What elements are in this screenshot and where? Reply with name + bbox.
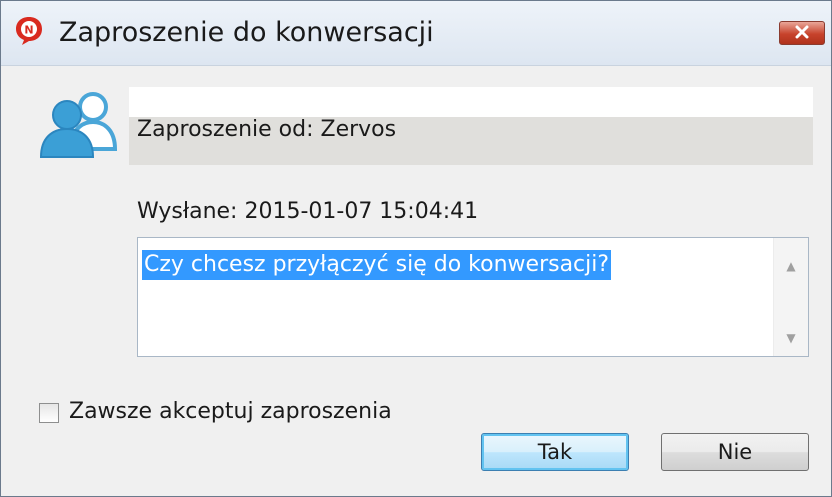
svg-text:N: N — [24, 24, 33, 37]
dialog-window: N Zaproszenie do konwersacji Zaproszenie… — [0, 0, 832, 497]
no-button[interactable]: Nie — [661, 433, 809, 471]
invitation-from-label: Zaproszenie od: Zervos — [137, 117, 397, 142]
always-accept-checkbox[interactable] — [39, 403, 59, 423]
users-icon — [37, 89, 127, 159]
message-text: Czy chcesz przyłączyć się do konwersacji… — [142, 250, 612, 280]
chat-bubble-n-icon: N — [13, 15, 45, 47]
always-accept-label[interactable]: Zawsze akceptuj zaproszenia — [69, 397, 392, 427]
window-title: Zaproszenie do konwersacji — [59, 17, 434, 48]
close-button[interactable] — [779, 21, 825, 45]
sent-timestamp-label: Wysłane: 2015-01-07 15:04:41 — [137, 199, 479, 224]
scroll-down-arrow-icon[interactable]: ▼ — [774, 326, 808, 350]
message-textarea[interactable]: Czy chcesz przyłączyć się do konwersacji… — [137, 237, 809, 357]
title-bar[interactable]: N Zaproszenie do konwersacji — [1, 1, 831, 66]
header-band-top — [129, 87, 813, 117]
scroll-up-arrow-icon[interactable]: ▲ — [774, 254, 808, 278]
yes-button[interactable]: Tak — [481, 433, 629, 471]
close-x-icon — [794, 24, 810, 43]
message-scrollbar[interactable]: ▲ ▼ — [773, 238, 808, 356]
